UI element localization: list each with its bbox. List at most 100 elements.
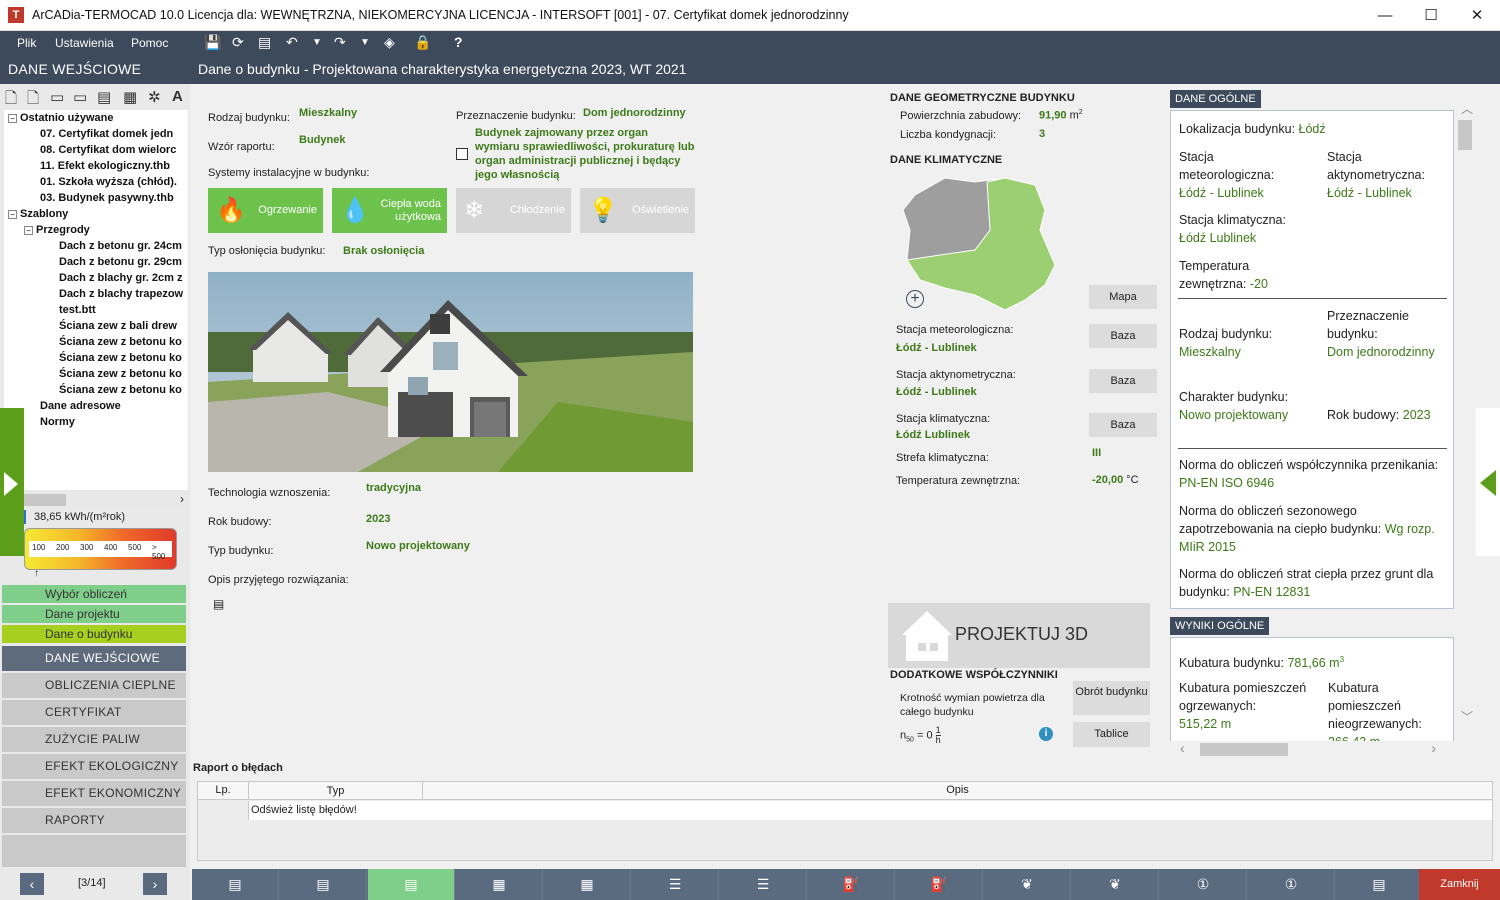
database-icon[interactable]: ◈: [384, 34, 395, 51]
tree-recent-item[interactable]: 08. Certyfikat dom wielorc: [40, 142, 176, 158]
tree-partition-item[interactable]: test.btt: [59, 302, 96, 318]
report-doc-icon[interactable]: ▤: [192, 869, 279, 900]
report-template-value[interactable]: Budynek: [299, 134, 345, 146]
tree-recent-item[interactable]: 03. Budynek pasywny.thb: [40, 190, 174, 206]
coin-icon[interactable]: ①: [1160, 869, 1247, 900]
list-alt-icon[interactable]: ☰: [720, 869, 807, 900]
maximize-button[interactable]: ☐: [1408, 0, 1454, 31]
close-window-button[interactable]: ✕: [1454, 0, 1500, 31]
grid-icon[interactable]: ▦: [544, 869, 631, 900]
lock-icon[interactable]: 🔒: [414, 34, 431, 51]
nav-project-data[interactable]: Dane projektu: [2, 605, 186, 623]
building-doc-icon[interactable]: ▤: [368, 869, 455, 900]
tree-partition-item[interactable]: Dach z betonu gr. 29cm: [59, 254, 182, 270]
tree-partitions-folder[interactable]: − Przegrody: [24, 222, 90, 238]
purpose-value[interactable]: Dom jednorodzinny: [583, 107, 686, 119]
tree-partition-item[interactable]: Dach z betonu gr. 24cm: [59, 238, 182, 254]
system-cooling-button[interactable]: ❄ Chłodzenie: [456, 188, 571, 233]
edit-doc-icon[interactable]: ▤: [280, 869, 367, 900]
fuel-alt-icon[interactable]: ⛽: [896, 869, 983, 900]
section-certificate[interactable]: CERTYFIKAT: [2, 700, 186, 725]
minimize-button[interactable]: —: [1362, 0, 1408, 31]
next-page-button[interactable]: ›: [143, 873, 167, 895]
system-heating-button[interactable]: 🔥 Ogrzewanie: [208, 188, 323, 233]
refresh-errors-row[interactable]: Odśwież listę błędów!: [248, 801, 1492, 820]
act-base-button[interactable]: Baza: [1089, 369, 1157, 393]
tree-partition-item[interactable]: Ściana zew z betonu ko: [59, 366, 182, 382]
tree-recent-item[interactable]: 11. Efekt ekologiczny.thb: [40, 158, 170, 174]
tree-address-item[interactable]: Dane adresowe: [40, 398, 121, 414]
met-base-button[interactable]: Baza: [1089, 324, 1157, 348]
print-preview-icon[interactable]: ▤: [258, 34, 271, 51]
tools-icon[interactable]: ✲: [148, 88, 161, 106]
right-vscrollbar[interactable]: ︿ ﹀: [1456, 100, 1474, 730]
btype-value[interactable]: Nowo projektowany: [366, 540, 470, 552]
save-as-icon[interactable]: ▭: [73, 88, 87, 106]
tech-value[interactable]: tradycyjna: [366, 482, 421, 494]
tree-expander-icon[interactable]: −: [24, 225, 33, 235]
save-file-icon[interactable]: ▭: [50, 88, 64, 106]
court-checkbox[interactable]: [456, 148, 468, 160]
undo-dropdown-icon[interactable]: ▼: [312, 37, 322, 48]
map-button[interactable]: Mapa: [1089, 285, 1157, 309]
section-eco-effect[interactable]: EFEKT EKOLOGICZNY: [2, 754, 186, 779]
section-input-data[interactable]: DANE WEJŚCIOWE: [2, 646, 186, 671]
font-icon[interactable]: A: [172, 88, 183, 105]
table-icon[interactable]: ▦: [456, 869, 543, 900]
tree-recent-folder[interactable]: − Ostatnio używane: [8, 110, 114, 126]
collapse-left-arrow-icon[interactable]: [0, 408, 24, 556]
tree-partition-item[interactable]: Ściana zew z bali drew: [59, 318, 177, 334]
report-icon[interactable]: ▤: [1336, 869, 1423, 900]
tree-expander-icon[interactable]: −: [8, 113, 17, 123]
zoom-in-icon[interactable]: +: [906, 290, 924, 308]
menu-file[interactable]: Plik: [17, 36, 36, 50]
year-value[interactable]: 2023: [366, 513, 390, 525]
tree-horizontal-scrollbar[interactable]: ›: [24, 492, 188, 507]
redo-dropdown-icon[interactable]: ▼: [360, 37, 370, 48]
coin-alt-icon[interactable]: ①: [1248, 869, 1335, 900]
tree-recent-item[interactable]: 07. Certyfikat domek jedn: [40, 126, 173, 142]
list-icon[interactable]: ☰: [632, 869, 719, 900]
right-hscrollbar[interactable]: ‹ ›: [1170, 740, 1454, 758]
undo-icon[interactable]: ↶: [286, 34, 298, 51]
help-icon[interactable]: ?: [454, 34, 463, 50]
menu-help[interactable]: Pomoc: [131, 36, 168, 50]
refresh-icon[interactable]: ⟳: [232, 34, 244, 51]
fuel-icon[interactable]: ⛽: [808, 869, 895, 900]
project-3d-button[interactable]: PROJEKTUJ 3D: [888, 603, 1150, 668]
building-type-value[interactable]: Mieszkalny: [299, 107, 357, 119]
shield-value[interactable]: Brak osłonięcia: [343, 245, 424, 257]
tree-partition-item[interactable]: Dach z blachy trapezow: [59, 286, 183, 302]
section-heat-calc[interactable]: OBLICZENIA CIEPLNE: [2, 673, 186, 698]
tree-partition-item[interactable]: Dach z blachy gr. 2cm z: [59, 270, 183, 286]
tree-norms-item[interactable]: Normy: [40, 414, 75, 430]
section-reports[interactable]: RAPORTY: [2, 808, 186, 833]
clim-base-button[interactable]: Baza: [1089, 413, 1157, 437]
copy-icon[interactable]: ▤: [97, 88, 111, 106]
tree-templates-folder[interactable]: − Szablony: [8, 206, 68, 222]
tree-partition-item[interactable]: Ściana zew z betonu ko: [59, 350, 182, 366]
section-econ-effect[interactable]: EFEKT EKONOMICZNY: [2, 781, 186, 806]
tree-expander-icon[interactable]: −: [8, 209, 17, 219]
leaf-icon[interactable]: ❦: [984, 869, 1071, 900]
tree-partition-item[interactable]: Ściana zew z betonu ko: [59, 334, 182, 350]
section-fuel-usage[interactable]: ZUŻYCIE PALIW: [2, 727, 186, 752]
tables-button[interactable]: Tablice: [1073, 722, 1150, 747]
system-hot-water-button[interactable]: 💧 Ciepła woda użytkowa: [332, 188, 447, 233]
description-edit-icon[interactable]: ▤: [213, 597, 224, 611]
tree-partition-item[interactable]: Ściana zew z betonu ko: [59, 382, 182, 398]
tree-recent-item[interactable]: 01. Szkoła wyższa (chłód).: [40, 174, 177, 190]
leaf-alt-icon[interactable]: ❦: [1072, 869, 1159, 900]
prev-page-button[interactable]: ‹: [20, 873, 44, 895]
nav-building-data[interactable]: Dane o budynku: [2, 625, 186, 643]
system-lighting-button[interactable]: 💡 Oświetlenie: [580, 188, 695, 233]
info-icon[interactable]: i: [1039, 727, 1053, 741]
save-icon[interactable]: 💾: [204, 34, 221, 51]
menu-settings[interactable]: Ustawienia: [55, 36, 114, 50]
close-button[interactable]: Zamknij: [1419, 869, 1500, 900]
rotate-building-button[interactable]: Obrót budynku: [1073, 681, 1150, 715]
nav-calc-choice[interactable]: Wybór obliczeń: [2, 585, 186, 603]
redo-icon[interactable]: ↷: [334, 34, 346, 51]
collapse-right-arrow-icon[interactable]: [1476, 408, 1500, 556]
template-icon[interactable]: ▦: [123, 88, 137, 106]
